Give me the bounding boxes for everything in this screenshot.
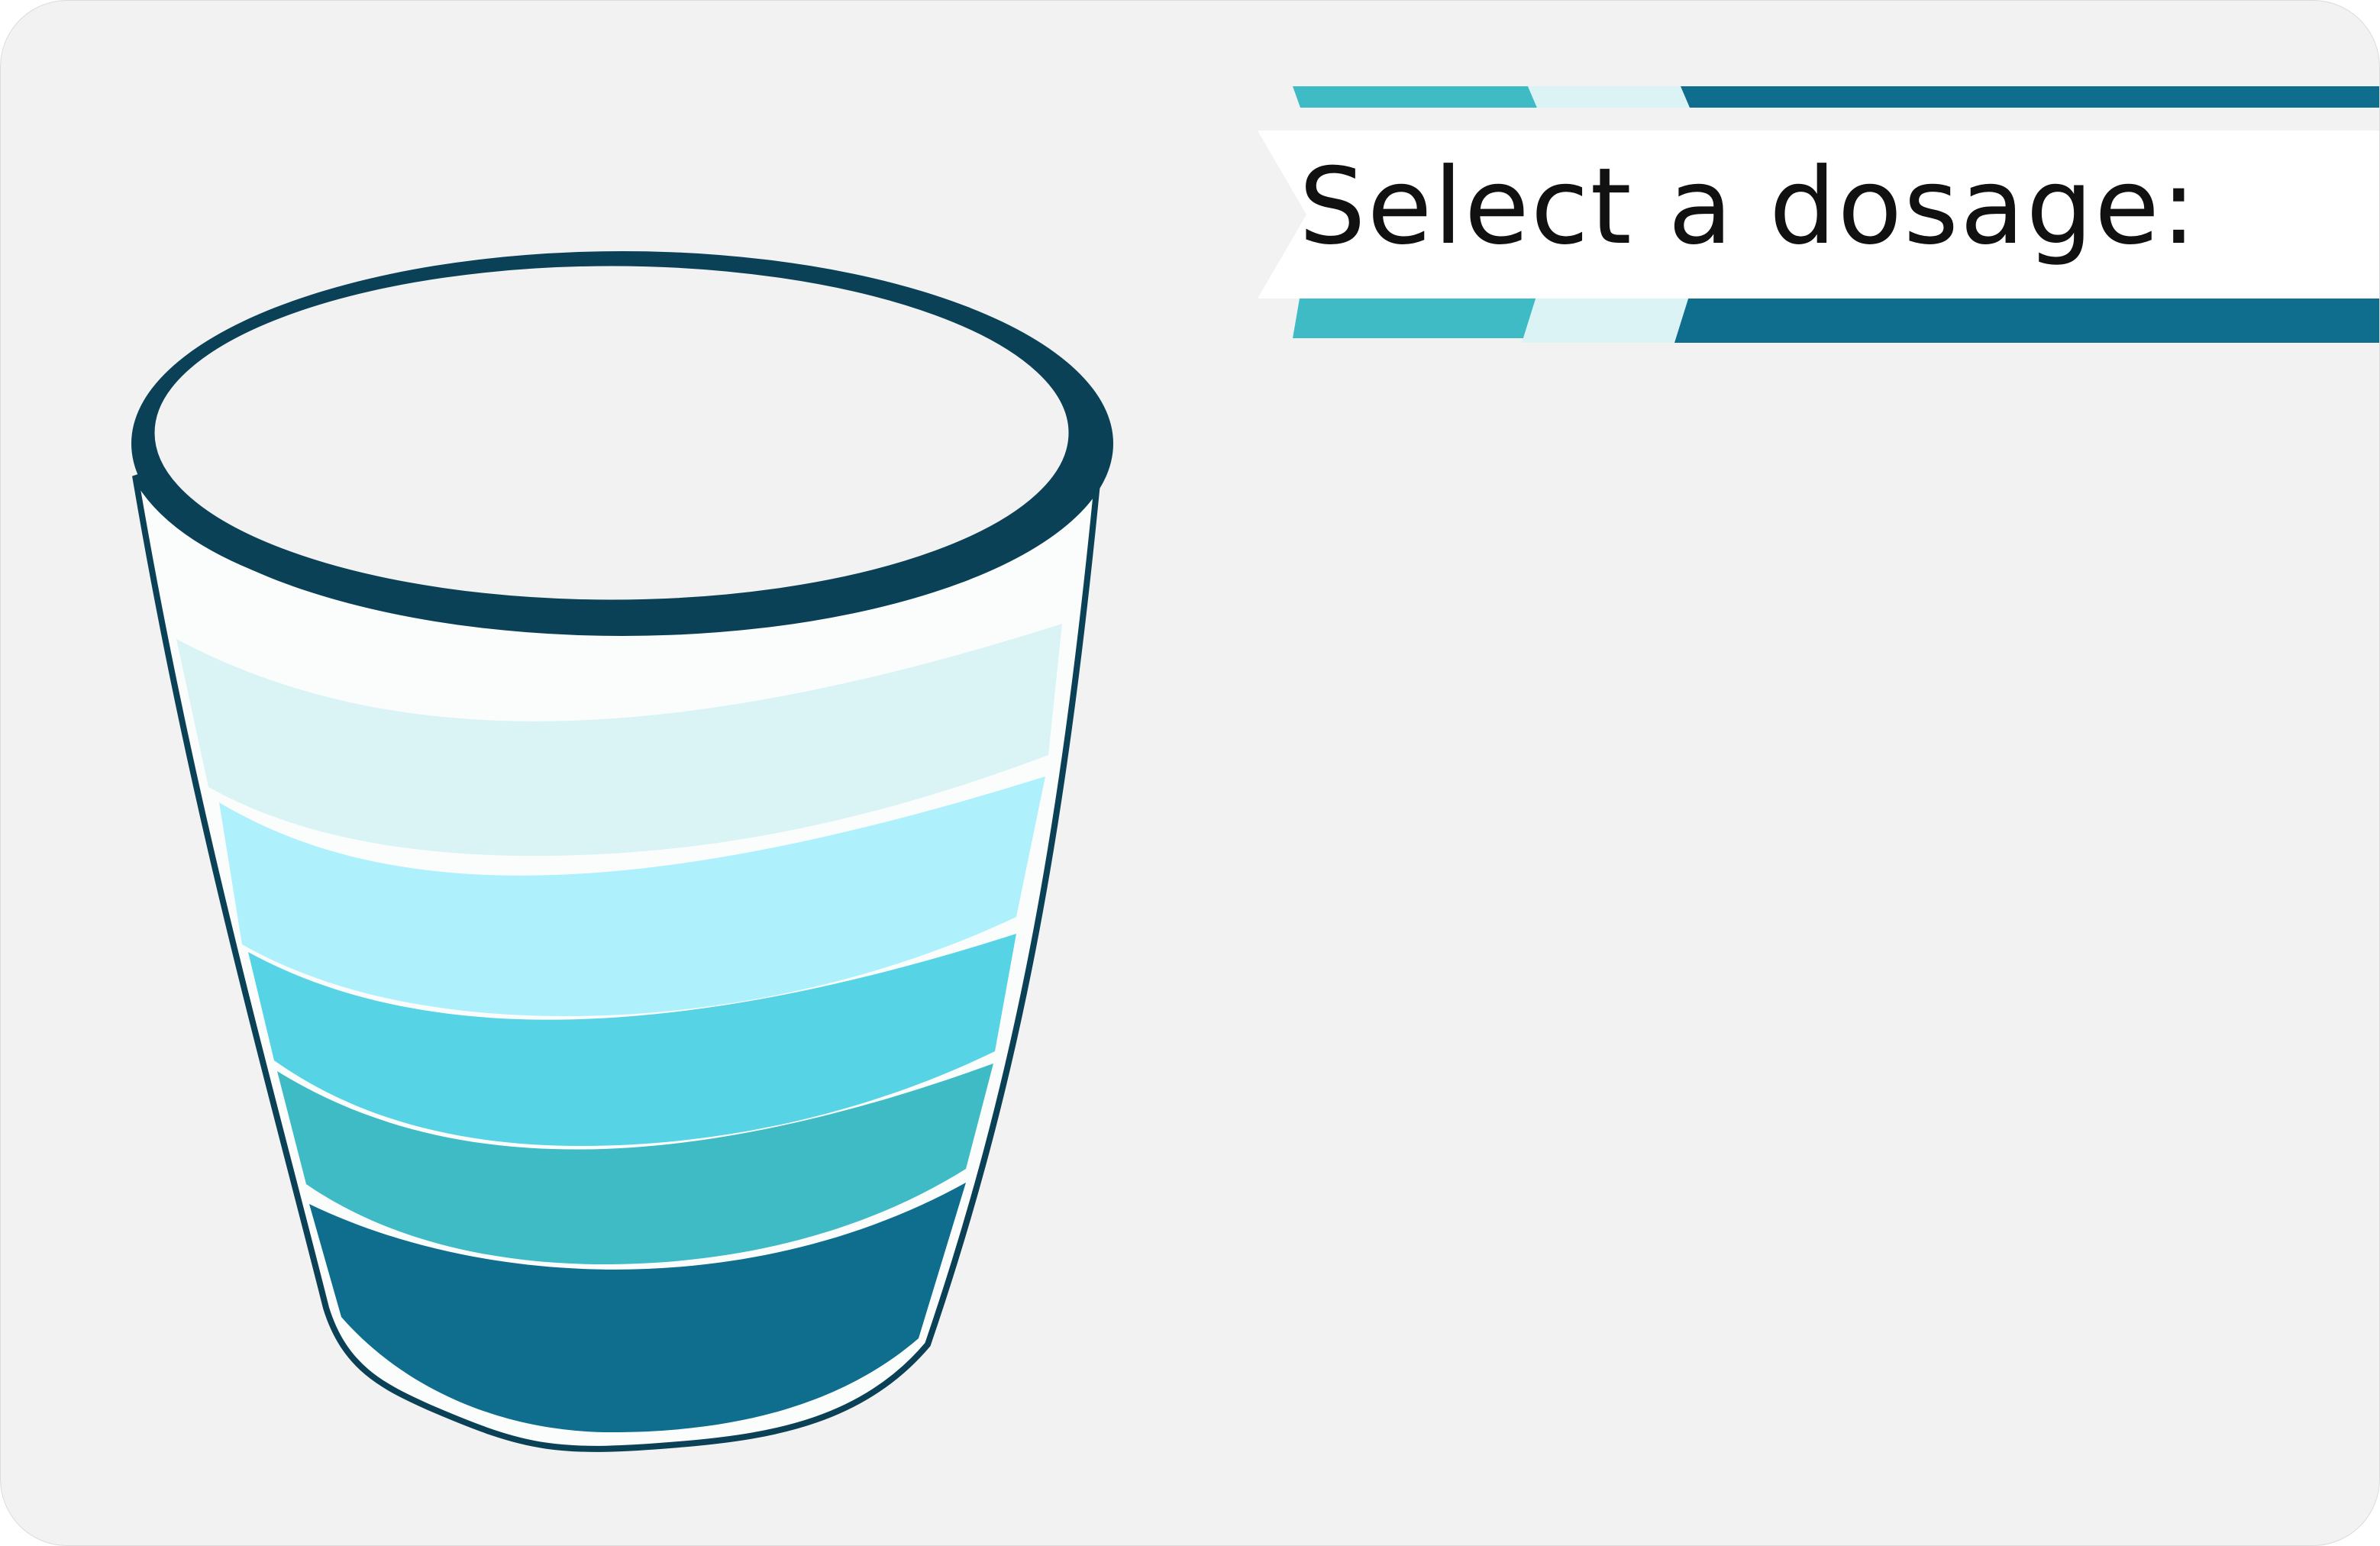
select-dosage-prompt: Select a dosage: xyxy=(1299,145,2198,268)
banner-stripe-teal-bottom xyxy=(1293,294,1537,338)
banner-stripe-pale-bottom xyxy=(1522,294,1690,343)
banner-stripe-dark-bottom xyxy=(1674,294,2379,343)
banner-stripe-teal-top xyxy=(1293,86,1537,108)
banner-stripe-dark-top xyxy=(1681,86,2379,108)
dosage-card: Select a dosage: xyxy=(0,0,2380,1546)
banner-stripe-pale-top xyxy=(1528,86,1690,108)
cup-rim-inner xyxy=(153,265,1070,601)
medicine-cup-illustration xyxy=(131,251,1113,1452)
